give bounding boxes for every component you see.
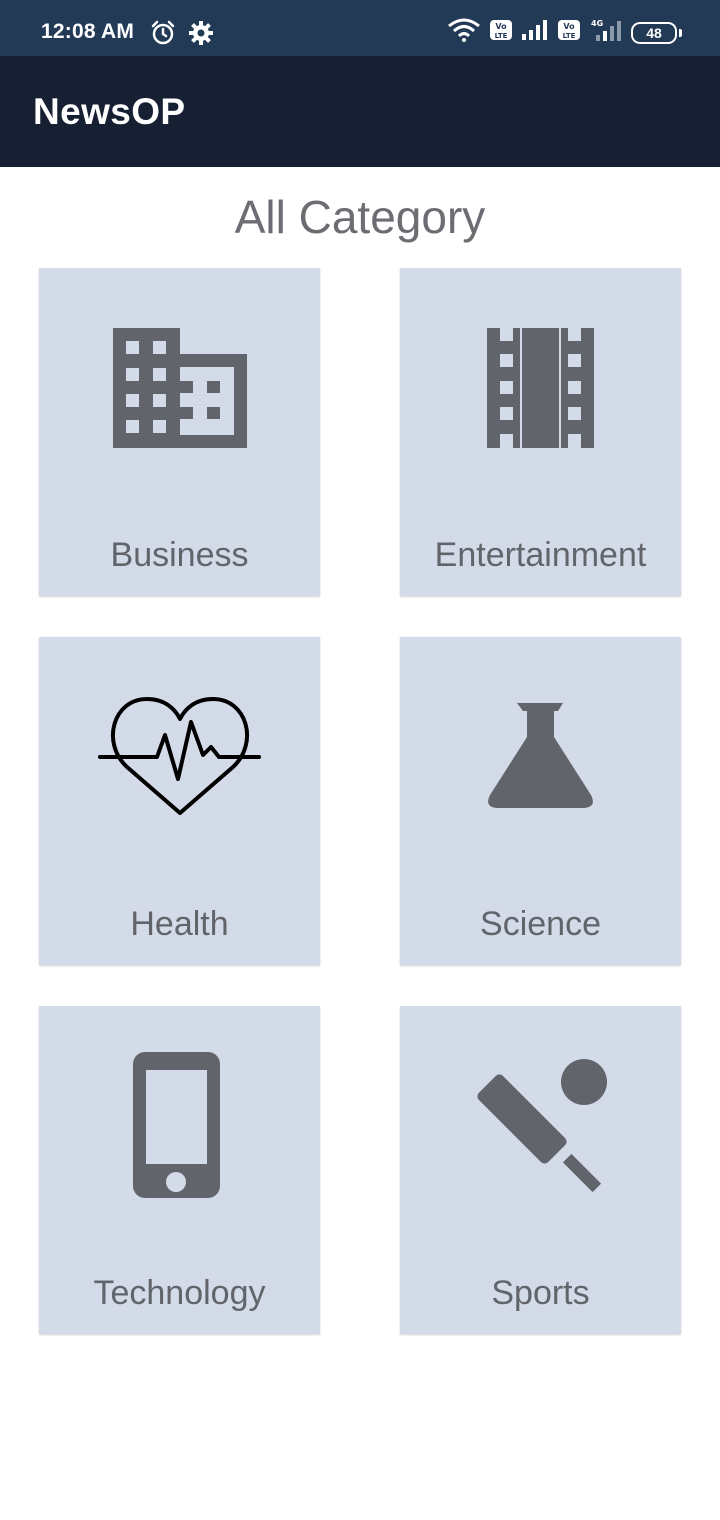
- svg-text:LTE: LTE: [495, 32, 508, 40]
- status-left-icons: [150, 20, 214, 51]
- film-strip-icon: [400, 298, 681, 478]
- battery-icon: 48: [631, 21, 677, 44]
- wifi-icon: [447, 18, 481, 47]
- volte-icon: Vo LTE: [557, 18, 581, 47]
- category-card-technology[interactable]: Technology: [39, 1006, 320, 1334]
- svg-text:LTE: LTE: [563, 32, 576, 40]
- cricket-bat-ball-icon: [400, 1036, 681, 1216]
- status-time: 12:08 AM: [41, 20, 135, 43]
- battery-cap: [679, 28, 682, 37]
- status-right-icons: Vo LTE Vo LTE 4G 48: [447, 18, 682, 47]
- page-heading: All Category: [234, 191, 486, 243]
- category-card-sports[interactable]: Sports: [400, 1006, 681, 1334]
- alarm-icon: [150, 20, 176, 51]
- volte-icon: Vo LTE: [489, 18, 513, 47]
- smartphone-icon: [39, 1036, 320, 1216]
- category-card-science[interactable]: Science: [400, 637, 681, 965]
- category-label: Health: [130, 905, 229, 943]
- category-card-business[interactable]: Business: [39, 268, 320, 596]
- signal-icon: [521, 19, 549, 46]
- category-label: Science: [480, 905, 601, 943]
- category-card-health[interactable]: Health: [39, 637, 320, 965]
- heart-pulse-icon: [39, 667, 320, 847]
- category-label: Entertainment: [434, 536, 647, 574]
- category-label: Technology: [93, 1274, 266, 1312]
- status-bar: 12:08 AM Vo LTE Vo LTE 4G 48: [0, 0, 720, 56]
- svg-text:Vo: Vo: [495, 22, 507, 31]
- category-label: Sports: [491, 1274, 590, 1312]
- svg-text:Vo: Vo: [563, 22, 575, 31]
- app-title: NewsOP: [33, 91, 186, 132]
- app-bar: NewsOP: [0, 56, 720, 167]
- category-card-entertainment[interactable]: Entertainment: [400, 268, 681, 596]
- signal-4g-icon: 4G: [589, 18, 623, 47]
- svg-text:4G: 4G: [591, 19, 603, 28]
- battery-percent: 48: [646, 24, 662, 41]
- category-label: Business: [110, 536, 249, 574]
- settings-gear-icon: [188, 20, 214, 51]
- office-building-icon: [39, 298, 320, 478]
- flask-icon: [400, 667, 681, 847]
